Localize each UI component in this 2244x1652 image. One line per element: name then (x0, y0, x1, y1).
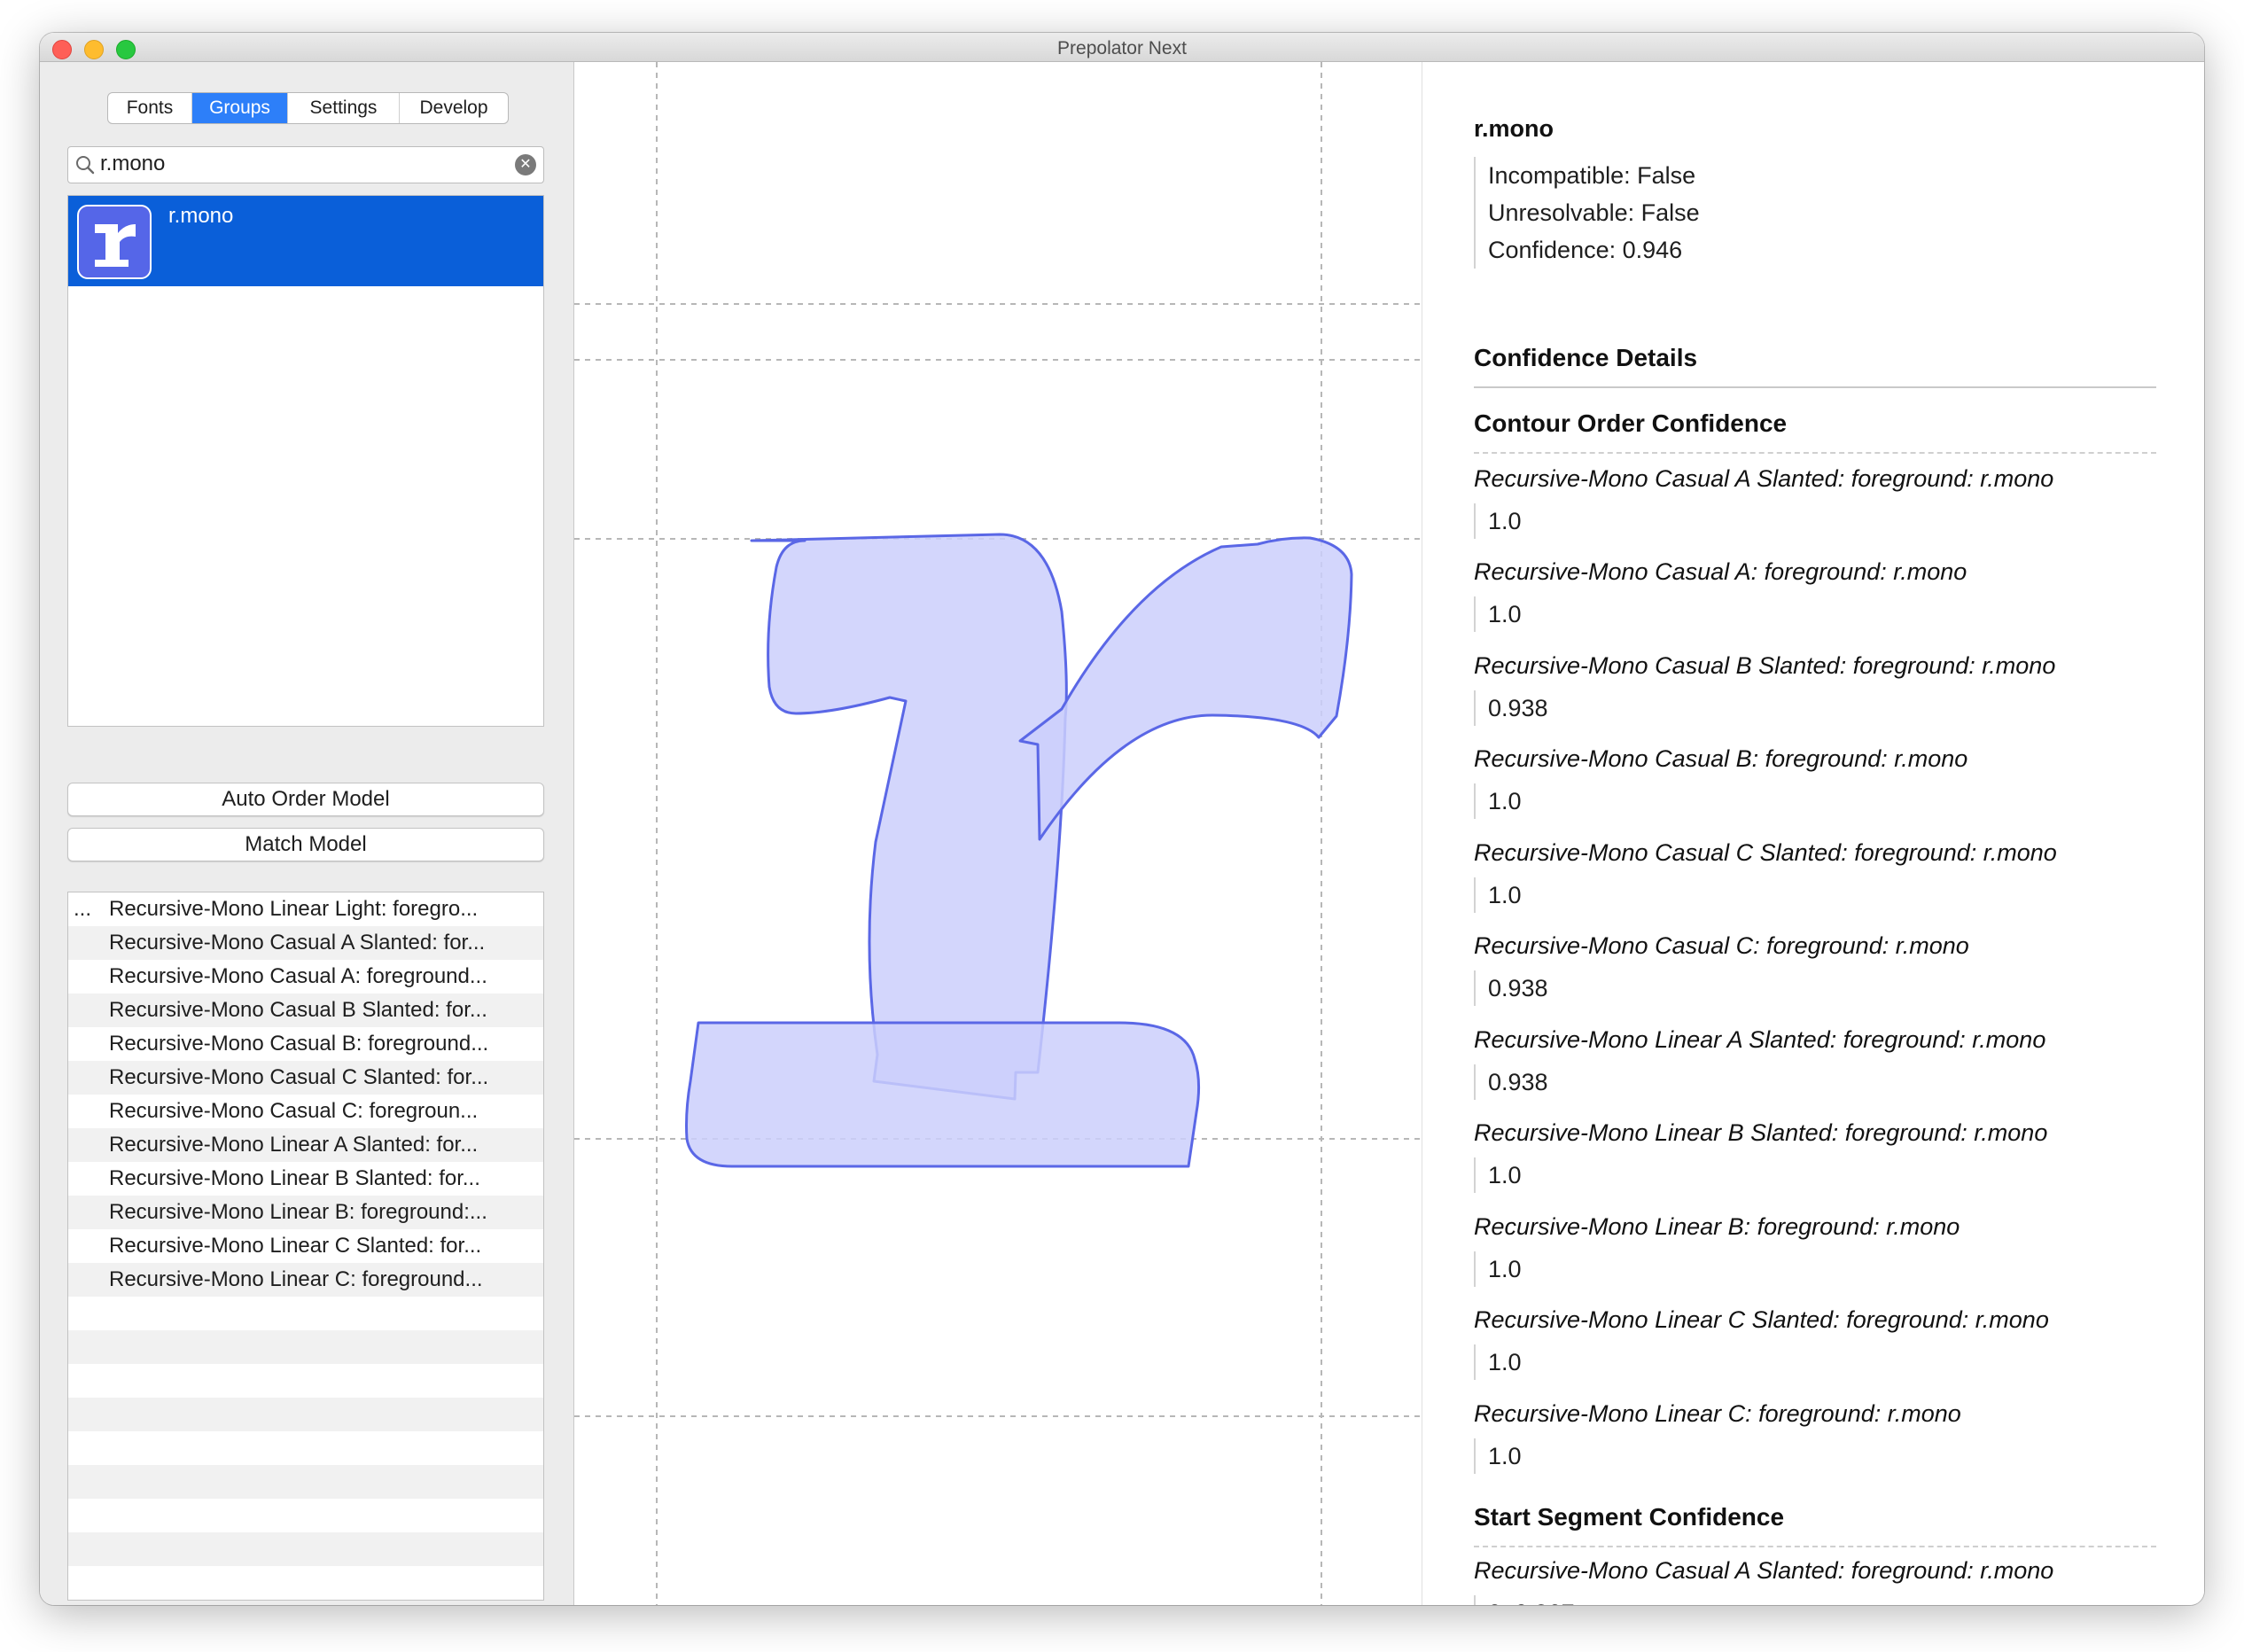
contour-entry-value: 1.0 (1474, 1344, 1522, 1380)
glyph-canvas[interactable] (574, 62, 1422, 1605)
list-item[interactable]: Recursive-Mono Casual C: foregroun... (68, 1095, 543, 1128)
unresolvable-status: Unresolvable: False (1488, 199, 1700, 226)
font-label: Recursive-Mono Casual A Slanted: for... (109, 931, 486, 955)
confidence-details-heading: Confidence Details (1474, 344, 2156, 388)
contour-entry-value: 0.938 (1474, 1064, 1548, 1100)
match-model-button[interactable]: Match Model (67, 828, 544, 861)
empty-row (68, 1398, 543, 1431)
tab-develop[interactable]: Develop (400, 93, 508, 123)
app-window: Prepolator Next Fonts Groups Settings De… (40, 33, 2204, 1605)
contour-entry-value: 1.0 (1474, 1251, 1522, 1287)
contour-entry-name: Recursive-Mono Linear A Slanted: foregro… (1474, 1026, 2046, 1053)
list-item[interactable]: Recursive-Mono Linear B: foreground:... (68, 1196, 543, 1229)
font-list[interactable]: ... Recursive-Mono Linear Light: foregro… (67, 892, 544, 1601)
auto-order-model-button[interactable]: Auto Order Model (67, 783, 544, 816)
empty-row (68, 1330, 543, 1364)
font-label: Recursive-Mono Linear A Slanted: for... (109, 1133, 479, 1157)
stem-contour (750, 533, 1068, 1101)
contour-entry-name: Recursive-Mono Linear B: foreground: r.m… (1474, 1213, 1960, 1240)
list-item[interactable]: Recursive-Mono Linear C: foreground... (68, 1263, 543, 1297)
contour-entry-value: 1.0 (1474, 877, 1522, 913)
list-item[interactable]: Recursive-Mono Linear C Slanted: for... (68, 1229, 543, 1263)
empty-row (68, 1600, 543, 1601)
contour-entry-name: Recursive-Mono Casual C Slanted: foregro… (1474, 839, 2057, 866)
empty-row (68, 1431, 543, 1465)
empty-row (68, 1364, 543, 1398)
status-block: Incompatible: False Unresolvable: False … (1474, 157, 1741, 269)
tab-fonts[interactable]: Fonts (108, 93, 192, 123)
contour-entry-name: Recursive-Mono Casual B: foreground: r.m… (1474, 745, 1968, 772)
contour-entry-name: Recursive-Mono Linear B Slanted: foregro… (1474, 1119, 2048, 1146)
empty-row (68, 1499, 543, 1532)
contour-entry-value: 0.938 (1474, 690, 1548, 726)
clear-search-icon[interactable]: ✕ (515, 154, 536, 175)
confidence-status: Confidence: 0.946 (1488, 237, 1683, 263)
glyph-view[interactable] (574, 62, 1422, 1605)
glyph-outlines (685, 533, 1353, 1168)
group-list[interactable]: r.mono (67, 195, 544, 727)
empty-row (68, 1465, 543, 1499)
font-label: Recursive-Mono Linear C: foreground... (109, 1267, 483, 1291)
contour-entry-name: Recursive-Mono Casual A: foreground: r.m… (1474, 558, 1967, 585)
font-label: Recursive-Mono Linear C Slanted: for... (109, 1234, 482, 1258)
font-label: Recursive-Mono Casual B Slanted: for... (109, 998, 487, 1022)
list-item[interactable]: Recursive-Mono Casual A: foreground... (68, 960, 543, 994)
group-name: r.mono (168, 204, 234, 228)
contour-entry-value: 1.0 (1474, 1157, 1522, 1193)
sidebar: Fonts Groups Settings Develop ✕ (40, 62, 574, 1605)
incompatible-status: Incompatible: False (1488, 162, 1696, 189)
contour-entry-name: Recursive-Mono Casual A Slanted: foregro… (1474, 465, 2054, 492)
glyph-r-icon (77, 205, 152, 279)
window-title: Prepolator Next (1057, 38, 1187, 58)
font-label: Recursive-Mono Casual B: foreground... (109, 1032, 489, 1056)
inspector-panel[interactable]: r.mono Incompatible: False Unresolvable:… (1422, 62, 2204, 1605)
font-label: Recursive-Mono Casual C: foregroun... (109, 1099, 479, 1123)
contour-entry-value: 1.0 (1474, 1438, 1522, 1474)
search-icon (75, 155, 95, 175)
default-marker: ... (74, 897, 92, 921)
list-item[interactable]: Recursive-Mono Casual B Slanted: for... (68, 994, 543, 1027)
list-item[interactable]: Recursive-Mono Casual B: foreground... (68, 1027, 543, 1061)
search-input[interactable] (100, 151, 490, 177)
mode-tabs: Fonts Groups Settings Develop (107, 92, 509, 124)
font-label: Recursive-Mono Linear B Slanted: for... (109, 1166, 480, 1190)
empty-row (68, 1532, 543, 1566)
contour-entry-value: 1.0 (1474, 596, 1522, 632)
list-item[interactable]: Recursive-Mono Casual C Slanted: for... (68, 1061, 543, 1095)
contour-order-heading: Contour Order Confidence (1474, 409, 2156, 454)
font-label: Recursive-Mono Linear Light: foregro... (109, 897, 479, 921)
baseline-serif-contour (685, 1021, 1201, 1168)
empty-row (68, 1566, 543, 1600)
list-item[interactable]: ... Recursive-Mono Linear Light: foregro… (68, 892, 543, 926)
contour-entry-name: Recursive-Mono Casual B Slanted: foregro… (1474, 652, 2056, 679)
empty-row (68, 1297, 543, 1330)
tab-settings[interactable]: Settings (288, 93, 400, 123)
group-row-selected[interactable]: r.mono (68, 196, 543, 286)
tab-groups[interactable]: Groups (192, 93, 288, 123)
start-segment-heading: Start Segment Confidence (1474, 1503, 2156, 1547)
list-item[interactable]: Recursive-Mono Linear B Slanted: for... (68, 1162, 543, 1196)
start-entry-value: 0: 0.867 (1474, 1595, 1575, 1605)
contour-entry-value: 1.0 (1474, 783, 1522, 819)
contour-entry-value: 0.938 (1474, 970, 1548, 1006)
start-entry-name: Recursive-Mono Casual A Slanted: foregro… (1474, 1557, 2054, 1584)
font-label: Recursive-Mono Casual A: foreground... (109, 964, 487, 988)
list-item[interactable]: Recursive-Mono Casual A Slanted: for... (68, 926, 543, 960)
title-bar: Prepolator Next (40, 33, 2204, 62)
font-label: Recursive-Mono Linear B: foreground:... (109, 1200, 487, 1224)
contour-entry-value: 1.0 (1474, 503, 1522, 539)
contour-entry-name: Recursive-Mono Linear C Slanted: foregro… (1474, 1306, 2049, 1333)
list-item[interactable]: Recursive-Mono Linear A Slanted: for... (68, 1128, 543, 1162)
inspector-title: r.mono (1474, 115, 1554, 142)
contour-entry-name: Recursive-Mono Casual C: foreground: r.m… (1474, 932, 1969, 959)
font-label: Recursive-Mono Casual C Slanted: for... (109, 1065, 489, 1089)
search-field[interactable]: ✕ (67, 146, 544, 183)
contour-entry-name: Recursive-Mono Linear C: foreground: r.m… (1474, 1400, 1961, 1427)
arm-contour (1018, 536, 1353, 841)
